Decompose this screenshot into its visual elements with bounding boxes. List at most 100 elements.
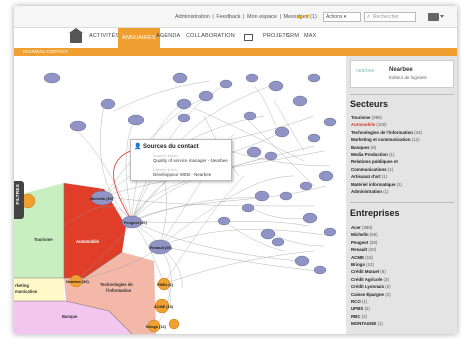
- company-item-name: RCO: [351, 299, 361, 305]
- company-item[interactable]: RBC (2): [351, 313, 455, 320]
- sector-item-count: (8): [370, 144, 377, 150]
- svg-text:·······: ·······: [256, 201, 263, 205]
- sector-label-tourisme: Tourisme: [34, 237, 53, 242]
- company-card[interactable]: nearbee Nearbee Editeur de logiciels: [350, 60, 454, 88]
- company-item-name: Michelin: [351, 232, 369, 238]
- sector-item[interactable]: Marketing et communication (12): [351, 136, 455, 143]
- node-label-michelin: Michelin (60): [90, 197, 114, 201]
- top-bar: Administration | Feedback | Mon espace |…: [14, 6, 457, 28]
- sector-item-count: (34): [414, 129, 422, 135]
- sector-item[interactable]: Automobile (100): [351, 121, 455, 128]
- company-item-name: Acer: [351, 225, 361, 230]
- sector-item-name: Media Production: [351, 152, 388, 158]
- company-item[interactable]: ACME (15): [351, 254, 455, 261]
- company-item[interactable]: Briogs (12): [351, 261, 455, 268]
- relationship-graph[interactable]: Michelin (60) Peugeot (20) Renault (20) …: [14, 56, 346, 334]
- company-item[interactable]: RCO (1): [351, 298, 455, 305]
- company-item-count: (2): [385, 291, 391, 297]
- company-item-name: Briogs: [351, 262, 365, 268]
- svg-text:········: ········: [44, 83, 52, 87]
- sector-label-technologie-1: Technologies de: [100, 282, 133, 287]
- node-label-acme: ACME (15): [154, 305, 174, 309]
- monitor-icon[interactable]: [244, 34, 253, 41]
- nav-item-activites[interactable]: ACTIVITÉS: [89, 33, 119, 39]
- company-item-count: (2): [361, 313, 368, 319]
- company-item-name: Caisse Épargne: [351, 291, 384, 297]
- sector-item-name: Artisanat d'art: [351, 174, 381, 180]
- sector-item-count: (380): [371, 115, 382, 120]
- sector-item[interactable]: Communications (1): [351, 166, 455, 173]
- star-icon[interactable]: ★ ▾: [296, 12, 318, 22]
- svg-text:·······: ·······: [274, 91, 281, 95]
- sector-item-name: Communications: [351, 166, 387, 172]
- sector-item-count: (1): [383, 189, 389, 195]
- sector-item[interactable]: Banques (8): [351, 144, 455, 151]
- sector-label-technologie-2: l'information: [106, 288, 132, 293]
- sector-item-count: (12): [411, 137, 420, 143]
- svg-text:·······: ·······: [300, 223, 307, 227]
- sector-item-count: (1): [381, 174, 388, 180]
- sectors-title: Secteurs: [350, 99, 389, 109]
- company-item-name: Crédit Mutuel: [351, 269, 380, 275]
- popup-entry-1-role: Quality of service manager - Nearbee: [153, 158, 228, 163]
- sector-item[interactable]: Matériel informatique (1): [351, 181, 455, 188]
- company-item-count: (20): [368, 247, 377, 253]
- company-item[interactable]: Crédit Lyonnais (2): [351, 283, 455, 290]
- sector-item[interactable]: Technologies de l'information (34): [351, 129, 455, 136]
- popup-title: Sources du contact: [143, 144, 199, 150]
- company-item[interactable]: Renault (20): [351, 246, 455, 253]
- company-item-count: (15): [365, 254, 373, 260]
- company-item[interactable]: Peugeot (20): [351, 239, 455, 246]
- sector-item-count: (100): [376, 122, 387, 128]
- nav-item-agenda[interactable]: AGENDA: [156, 33, 180, 39]
- search-placeholder: Rechercher: [373, 14, 399, 20]
- actions-select[interactable]: Actions ▾: [323, 12, 361, 22]
- link-feedback[interactable]: Feedback: [216, 14, 240, 20]
- main-nav: ACTIVITÉS ANNUAIRES AGENDA COLLABORATION…: [14, 28, 457, 48]
- company-item[interactable]: Caisse Épargne (2): [351, 291, 455, 298]
- sector-label-marketing-1: rketing: [15, 283, 29, 288]
- company-name: Nearbee: [389, 67, 413, 73]
- popup-entry-2-role: Développeur WEB - Nearbee: [153, 172, 212, 177]
- company-item[interactable]: Michelin (60): [351, 231, 455, 238]
- company-item-count: (3): [383, 276, 389, 282]
- search-input[interactable]: ⌕ Rechercher: [364, 12, 416, 22]
- company-item-count: (1): [377, 321, 383, 327]
- sector-item[interactable]: Media Production (1): [351, 151, 455, 158]
- company-item[interactable]: Acer (380): [351, 224, 455, 231]
- app-window: Administration | Feedback | Mon espace |…: [14, 6, 457, 334]
- divider: [350, 202, 454, 203]
- link-mon-espace[interactable]: Mon espace: [247, 14, 277, 20]
- nav-item-crm[interactable]: CRM: [286, 33, 299, 39]
- sector-label-banque: Banque: [62, 314, 78, 319]
- company-item[interactable]: Crédit Agricole (3): [351, 276, 455, 283]
- node-label-nearbee: Nearbee (50): [66, 280, 90, 284]
- company-item[interactable]: MONTAGNE (1): [351, 320, 455, 327]
- sector-item[interactable]: Tourisme (380): [351, 114, 455, 121]
- link-administration[interactable]: Administration: [175, 14, 210, 20]
- nav-item-collaboration[interactable]: COLLABORATION: [186, 33, 235, 39]
- sector-item[interactable]: Administration (1): [351, 188, 455, 195]
- company-item-name: Peugeot: [351, 239, 369, 245]
- sector-label-marketing-2: munication: [15, 289, 38, 294]
- new-contact-link[interactable]: NOUVEAU CONTACT: [23, 49, 68, 54]
- subnav-bar: NOUVEAU CONTACT: [14, 48, 457, 56]
- sector-item-name: Matériel informatique: [351, 181, 396, 187]
- company-item-count: (1): [362, 299, 368, 305]
- nav-item-annuaires[interactable]: ANNUAIRES: [118, 28, 160, 48]
- company-item[interactable]: Crédit Mutuel (8): [351, 268, 455, 275]
- sector-item-name: Relations publiques et: [351, 159, 398, 165]
- nav-item-max[interactable]: MAX: [304, 33, 317, 39]
- company-item-name: Renault: [351, 247, 368, 253]
- filters-tab[interactable]: FILTRES: [14, 181, 24, 219]
- svg-text:·······: ·······: [306, 143, 313, 147]
- sector-item[interactable]: Artisanat d'art (1): [351, 173, 455, 180]
- home-icon[interactable]: [69, 28, 83, 43]
- sidebar: nearbee Nearbee Editeur de logiciels Sec…: [346, 56, 457, 334]
- sector-item-name: Banques: [351, 144, 370, 150]
- mail-icon[interactable]: [428, 13, 444, 21]
- sector-item[interactable]: Relations publiques et: [351, 158, 455, 165]
- svg-text:········: ········: [248, 157, 256, 161]
- company-item-count: (20): [369, 239, 378, 245]
- company-item[interactable]: UPBS (2): [351, 305, 455, 312]
